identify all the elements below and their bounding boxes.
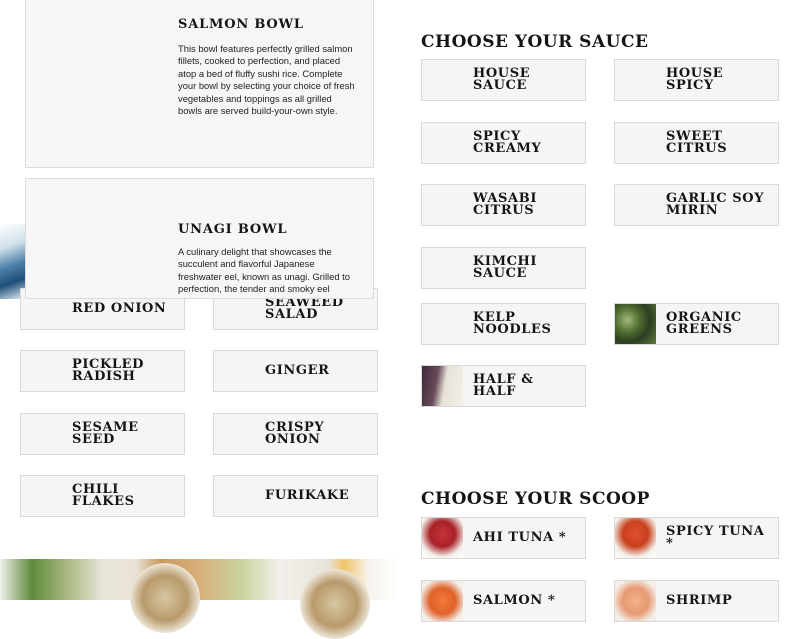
base-label: Kelp Noodles bbox=[473, 310, 552, 337]
bowl-description: This bowl features perfectly grilled sal… bbox=[178, 43, 355, 117]
sauce-label: Wasabi Citrus bbox=[473, 191, 537, 218]
scoop-option-shrimp[interactable]: Shrimp bbox=[614, 580, 779, 622]
sauce-option-wasabi-citrus[interactable]: Wasabi Citrus bbox=[421, 184, 586, 226]
topping-option-ginger[interactable]: Ginger bbox=[213, 350, 378, 392]
topping-option-furikake[interactable]: Furikake bbox=[213, 475, 378, 517]
shrimp-photo-icon bbox=[615, 581, 656, 621]
scoop-label: Salmon * bbox=[473, 593, 556, 608]
scoop-label: Ahi Tuna * bbox=[473, 530, 567, 545]
sauce-option-house-spicy[interactable]: House Spicy bbox=[614, 59, 779, 101]
sauce-option-kimchi-sauce[interactable]: Kimchi Sauce bbox=[421, 247, 586, 289]
base-option-half-and-half[interactable]: Half & Half bbox=[421, 365, 586, 407]
sauce-option-house-sauce[interactable]: House Sauce bbox=[421, 59, 586, 101]
bowl-title: UNAGI BOWL bbox=[178, 222, 288, 237]
sauce-label: House Sauce bbox=[473, 66, 531, 93]
scoop-option-spicy-tuna[interactable]: Spicy Tuna * bbox=[614, 517, 779, 559]
bowl-description: A culinary delight that showcases the su… bbox=[178, 246, 350, 295]
sauce-label: Kimchi Sauce bbox=[473, 254, 538, 281]
base-label: Organic Greens bbox=[666, 310, 742, 337]
half-and-half-photo-icon bbox=[422, 366, 463, 406]
scoop-option-ahi-tuna[interactable]: Ahi Tuna * bbox=[421, 517, 586, 559]
sauce-option-spicy-creamy[interactable]: Spicy Creamy bbox=[421, 122, 586, 164]
food-bowls-image bbox=[0, 559, 400, 639]
sauce-option-sweet-citrus[interactable]: Sweet Citrus bbox=[614, 122, 779, 164]
sauce-option-garlic-soy-mirin[interactable]: Garlic Soy Mirin bbox=[614, 184, 779, 226]
scoop-label: Shrimp bbox=[666, 593, 733, 608]
sauce-label: Spicy Creamy bbox=[473, 129, 542, 156]
base-option-kelp-noodles[interactable]: Kelp Noodles bbox=[421, 303, 586, 345]
scoop-label: Spicy Tuna * bbox=[666, 524, 765, 551]
greens-photo-icon bbox=[615, 304, 656, 344]
ahi-tuna-photo-icon bbox=[422, 518, 463, 558]
topping-option-crispy-onion[interactable]: Crispy Onion bbox=[213, 413, 378, 455]
bowl-title: SALMON BOWL bbox=[178, 17, 304, 32]
spicy-tuna-photo-icon bbox=[615, 518, 656, 558]
salmon-photo-icon bbox=[422, 581, 463, 621]
topping-label: Chili Flakes bbox=[72, 482, 135, 509]
sauce-label: Garlic Soy Mirin bbox=[666, 191, 765, 218]
topping-label: Pickled Radish bbox=[72, 357, 145, 384]
topping-label: Sesame Seed bbox=[72, 420, 139, 447]
topping-option-sesame-seed[interactable]: Sesame Seed bbox=[20, 413, 185, 455]
sauce-label: House Spicy bbox=[666, 66, 724, 93]
base-label: Half & Half bbox=[473, 372, 534, 399]
topping-label: Crispy Onion bbox=[265, 420, 325, 447]
scoop-heading: Choose Your Scoop bbox=[421, 489, 650, 509]
topping-label: Furikake bbox=[265, 488, 350, 503]
bowl-card-unagi[interactable]: UNAGI BOWL A culinary delight that showc… bbox=[25, 178, 374, 299]
sauce-label: Sweet Citrus bbox=[666, 129, 728, 156]
topping-label: Seaweed Salad bbox=[265, 295, 344, 322]
topping-option-pickled-radish[interactable]: Pickled Radish bbox=[20, 350, 185, 392]
topping-label: Red Onion bbox=[72, 301, 167, 316]
base-option-organic-greens[interactable]: Organic Greens bbox=[614, 303, 779, 345]
topping-option-chili-flakes[interactable]: Chili Flakes bbox=[20, 475, 185, 517]
topping-label: Ginger bbox=[265, 363, 330, 378]
scoop-option-salmon[interactable]: Salmon * bbox=[421, 580, 586, 622]
sauce-heading: Choose Your Sauce bbox=[421, 32, 649, 52]
bowl-card-salmon[interactable]: SALMON BOWL This bowl features perfectly… bbox=[25, 0, 374, 168]
